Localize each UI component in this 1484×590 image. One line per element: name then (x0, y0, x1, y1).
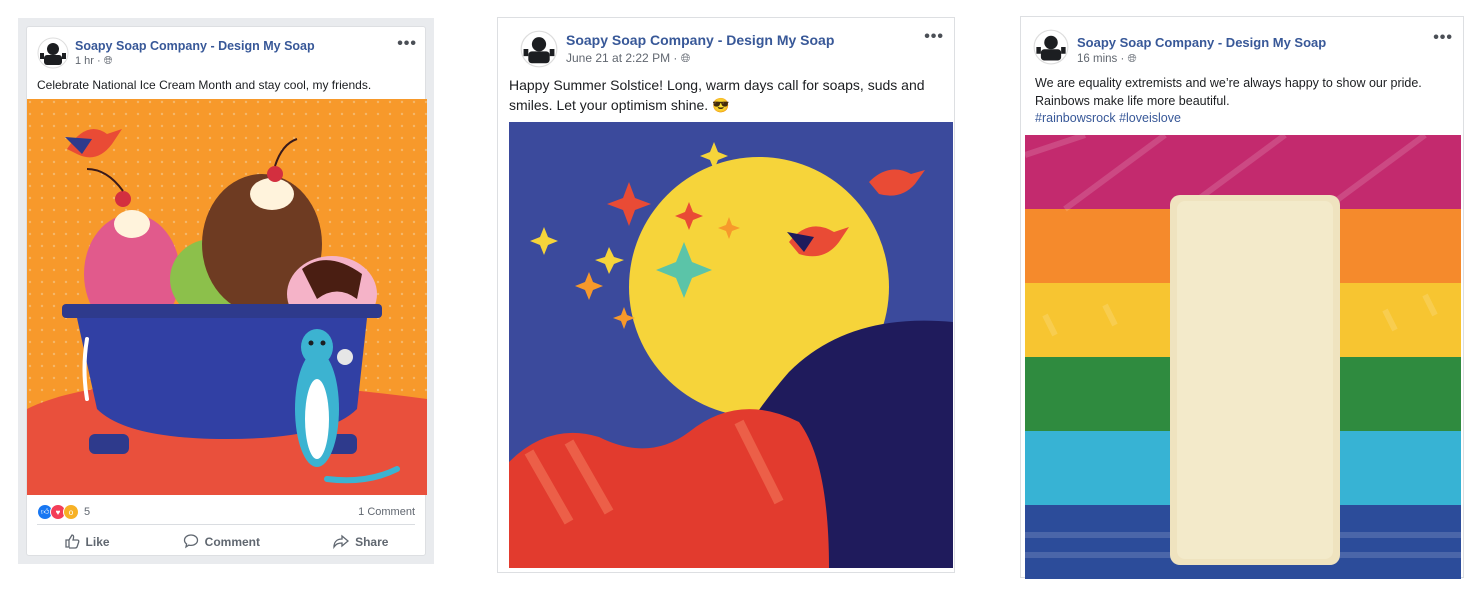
comment-icon (183, 533, 199, 552)
post-card-1: Soapy Soap Company - Design My Soap 1 hr… (26, 26, 427, 556)
globe-icon: 🌐︎ (103, 55, 113, 67)
summer-solstice-illustration (509, 122, 953, 568)
post-card-1-container: Soapy Soap Company - Design My Soap 1 hr… (18, 18, 434, 564)
more-icon[interactable]: ••• (1433, 29, 1453, 47)
reaction-count: 5 (84, 506, 91, 518)
post-actions: Like Comment Share (27, 532, 425, 552)
more-icon[interactable]: ••• (924, 28, 944, 46)
avatar-icon[interactable] (520, 30, 558, 68)
post-text: Celebrate National Ice Cream Month and s… (37, 78, 372, 92)
reactions-summary[interactable]: 👍︎ ♥ o 5 (37, 504, 90, 520)
divider (37, 524, 415, 525)
page-name-link[interactable]: Soapy Soap Company - Design My Soap (1077, 35, 1326, 50)
post-timestamp[interactable]: 16 mins · 🌐︎ (1077, 53, 1137, 66)
page-name-link[interactable]: Soapy Soap Company - Design My Soap (75, 39, 315, 53)
share-icon (333, 533, 350, 552)
like-icon (64, 533, 80, 552)
more-icon[interactable]: ••• (397, 35, 417, 53)
post-text: Happy Summer Solstice! Long, warm days c… (509, 77, 925, 113)
ice-cream-illustration (27, 99, 427, 495)
globe-icon: 🌐︎ (680, 51, 691, 65)
post-timestamp[interactable]: June 21 at 2:22 PM · 🌐︎ (566, 51, 690, 66)
comment-label: Comment (204, 535, 260, 549)
timestamp-text: 16 mins (1077, 53, 1118, 65)
post-card-2: Soapy Soap Company - Design My Soap June… (497, 17, 955, 573)
post-text-body: We are equality extremists and we’re alw… (1035, 76, 1422, 108)
page-name-link[interactable]: Soapy Soap Company - Design My Soap (566, 32, 834, 48)
timestamp-text: June 21 at 2:22 PM (566, 51, 671, 65)
share-label: Share (355, 535, 389, 549)
globe-icon: 🌐︎ (1127, 53, 1137, 65)
avatar-icon[interactable] (37, 37, 69, 69)
comment-button[interactable]: Comment (183, 533, 260, 552)
post-text: We are equality extremists and we’re alw… (1035, 75, 1453, 128)
avatar-icon[interactable] (1033, 29, 1069, 65)
like-button[interactable]: Like (64, 533, 110, 552)
post-timestamp[interactable]: 1 hr · 🌐︎ (75, 55, 113, 68)
hashtags-link[interactable]: #rainbowsrock #loveislove (1035, 111, 1181, 125)
share-button[interactable]: Share (333, 533, 388, 552)
rainbow-soap-photo (1025, 135, 1461, 579)
wow-reaction-icon: o (63, 504, 79, 520)
timestamp-text: 1 hr (75, 55, 94, 67)
comment-count-link[interactable]: 1 Comment (358, 506, 415, 518)
like-label: Like (85, 535, 110, 549)
post-card-3: Soapy Soap Company - Design My Soap 16 m… (1020, 16, 1464, 579)
